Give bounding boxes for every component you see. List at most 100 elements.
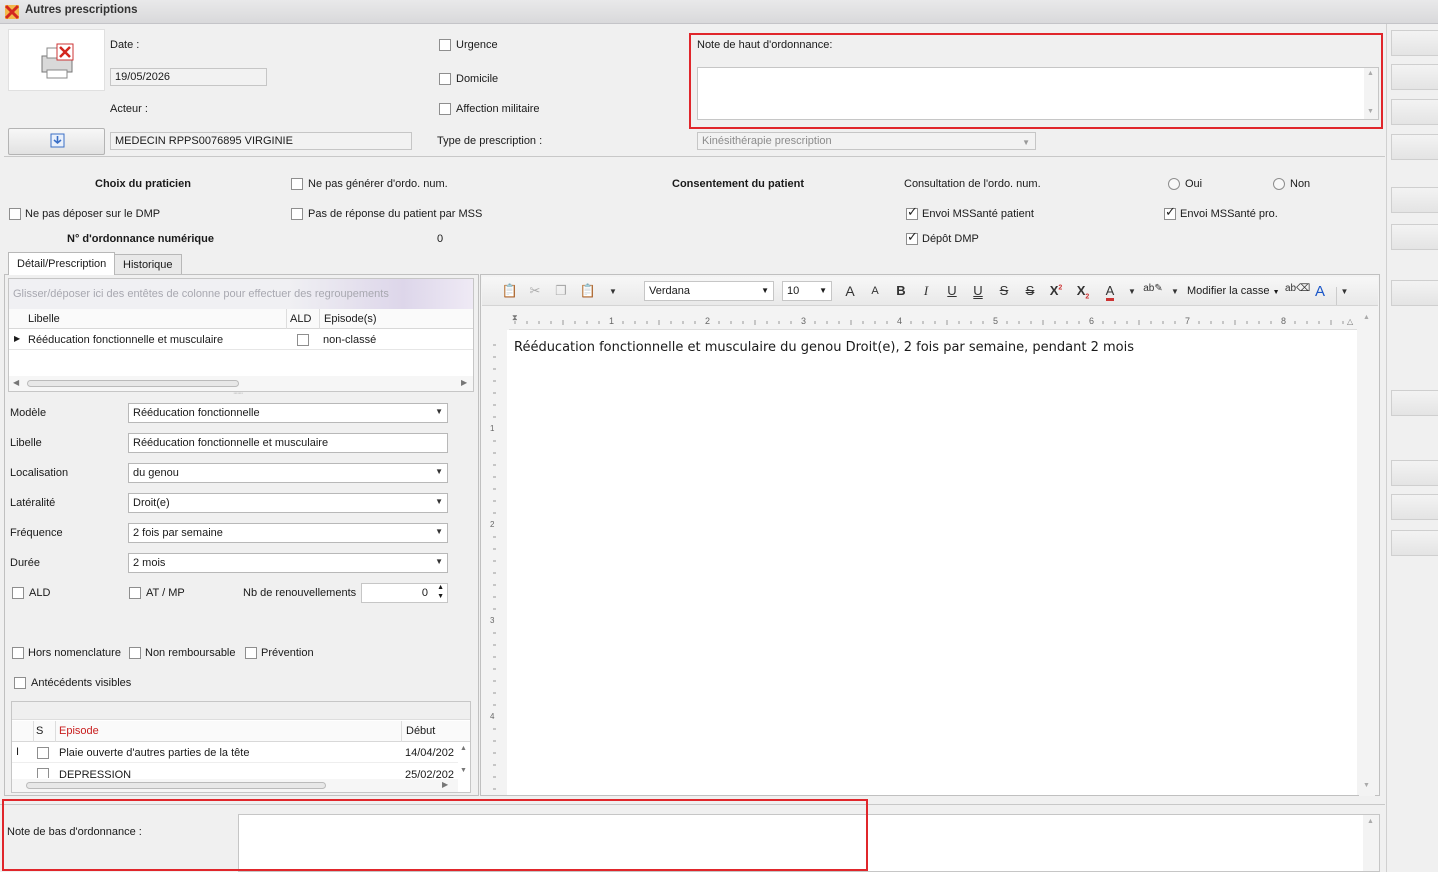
paste-special-icon[interactable]: 📋 [578, 283, 598, 299]
font-size-select[interactable]: 10 ▼ [782, 281, 832, 301]
subscript-icon[interactable]: X2 [1073, 283, 1093, 301]
right-indent-marker-icon[interactable]: △ [1347, 317, 1353, 326]
scroll-right-icon[interactable]: ▶ [442, 780, 448, 789]
scroll-thumb[interactable] [26, 782, 326, 789]
scroll-left-icon[interactable]: ◀ [13, 378, 19, 387]
renouv-stepper[interactable]: 0 ▲ ▼ [361, 583, 448, 603]
col-ald[interactable]: ALD [286, 309, 314, 329]
note-haut-scrollbar[interactable]: ▲ ▼ [1364, 68, 1378, 119]
stepper-up-icon[interactable]: ▲ [437, 584, 444, 591]
paste-dropdown-icon[interactable]: ▼ [603, 287, 623, 303]
strikethrough-icon[interactable]: S [994, 283, 1014, 299]
font-color-icon[interactable]: A [1100, 283, 1120, 301]
highlight-dropdown-icon[interactable]: ▼ [1165, 287, 1185, 303]
font-color-dropdown-icon[interactable]: ▼ [1122, 287, 1142, 303]
grid-hscrollbar[interactable]: ◀ ▶ [9, 376, 473, 391]
note-bas-scrollbar[interactable]: ▲ [1363, 815, 1379, 871]
episode-select-checkbox[interactable] [37, 747, 49, 759]
rail-button-11[interactable] [1391, 530, 1438, 556]
cut-icon[interactable]: ✂ [525, 283, 545, 299]
lateralite-select[interactable]: Droit(e) ▼ [128, 493, 448, 513]
table-row[interactable]: I Plaie ouverte d'autres parties de la t… [12, 743, 458, 763]
antecedents-checkbox[interactable] [14, 677, 26, 689]
rail-button-10[interactable] [1391, 494, 1438, 520]
text-style-icon[interactable]: A [1310, 283, 1330, 300]
domicile-checkbox[interactable] [439, 73, 451, 85]
rail-button-4[interactable] [1391, 134, 1438, 160]
hors-nomenclature-checkbox[interactable] [12, 647, 24, 659]
rail-button-2[interactable] [1391, 64, 1438, 90]
scroll-down-icon[interactable]: ▼ [1367, 108, 1374, 115]
oui-radio[interactable] [1168, 178, 1180, 190]
frequence-select[interactable]: 2 fois par semaine ▼ [128, 523, 448, 543]
non-remboursable-checkbox[interactable] [129, 647, 141, 659]
highlight-icon[interactable]: ab✎ [1143, 283, 1163, 299]
urgence-checkbox[interactable] [439, 39, 451, 51]
scroll-up-icon[interactable]: ▲ [1367, 818, 1374, 825]
type-select[interactable]: Kinésithérapie prescription ▼ [697, 132, 1036, 150]
scroll-up-icon[interactable]: ▲ [1363, 314, 1370, 321]
episodes-vscrollbar[interactable]: ▲ ▼ [458, 743, 470, 779]
modele-select[interactable]: Rééducation fonctionnelle ▼ [128, 403, 448, 423]
episode-select-checkbox[interactable] [37, 768, 49, 778]
splitter-grip[interactable]: ······· [233, 390, 243, 397]
rail-button-9[interactable] [1391, 460, 1438, 486]
document-text[interactable]: Rééducation fonctionnelle et musculaire … [514, 340, 1134, 355]
rail-button-3[interactable] [1391, 99, 1438, 125]
toolbar-overflow-icon[interactable]: ▼ [1336, 287, 1352, 305]
col-episode[interactable]: Episode [55, 721, 102, 742]
row-ald-checkbox[interactable] [297, 334, 309, 346]
scroll-down-icon[interactable]: ▼ [1363, 782, 1370, 789]
grow-font-icon[interactable]: A [840, 283, 860, 299]
duree-select[interactable]: 2 mois ▼ [128, 553, 448, 573]
superscript-icon[interactable]: X2 [1046, 283, 1066, 299]
ne-pas-deposer-checkbox[interactable] [9, 208, 21, 220]
col-s[interactable]: S [33, 721, 45, 742]
group-panel[interactable]: Glisser/déposer ici des entêtes de colon… [9, 279, 473, 309]
col-libelle[interactable]: Libelle [28, 313, 60, 325]
tab-detail-prescription[interactable]: Détail/Prescription [8, 252, 116, 275]
double-strikethrough-icon[interactable]: S [1020, 283, 1040, 299]
rail-button-1[interactable] [1391, 30, 1438, 56]
font-select[interactable]: Verdana ▼ [644, 281, 774, 301]
copy-icon[interactable]: ❐ [551, 283, 571, 299]
ald-checkbox[interactable] [12, 587, 24, 599]
table-row[interactable]: ▶ Rééducation fonctionnelle et musculair… [9, 330, 473, 350]
date-field[interactable]: 19/05/2026 [110, 68, 267, 86]
non-radio[interactable] [1273, 178, 1285, 190]
rail-button-7[interactable] [1391, 280, 1438, 306]
scroll-up-icon[interactable]: ▲ [1367, 70, 1374, 77]
rail-button-5[interactable] [1391, 187, 1438, 213]
italic-icon[interactable]: I [916, 283, 936, 299]
export-button[interactable] [8, 128, 105, 155]
double-underline-icon[interactable]: U [968, 283, 988, 299]
depot-dmp-checkbox[interactable] [906, 232, 918, 245]
affection-checkbox[interactable] [439, 103, 451, 115]
acteur-field[interactable]: MEDECIN RPPS0076895 VIRGINIE [110, 132, 412, 150]
envoi-pro-checkbox[interactable] [1164, 207, 1176, 220]
rail-button-8[interactable] [1391, 390, 1438, 416]
prevention-checkbox[interactable] [245, 647, 257, 659]
bold-icon[interactable]: B [891, 283, 911, 299]
scroll-down-icon[interactable]: ▼ [460, 767, 467, 774]
scroll-thumb[interactable] [27, 380, 239, 387]
change-case-button[interactable]: Modifier la casse ▼ [1187, 285, 1280, 297]
table-row[interactable]: DEPRESSION 25/02/202 [12, 764, 458, 778]
atmp-checkbox[interactable] [129, 587, 141, 599]
shrink-font-icon[interactable]: A [865, 285, 885, 301]
localisation-select[interactable]: du genou ▼ [128, 463, 448, 483]
stepper-down-icon[interactable]: ▼ [437, 593, 444, 600]
paste-icon[interactable]: 📋 [500, 283, 520, 299]
episodes-hscrollbar[interactable]: ▶ [12, 779, 458, 792]
note-haut-input[interactable]: ▲ ▼ [697, 67, 1379, 120]
document-page[interactable]: Rééducation fonctionnelle et musculaire … [507, 330, 1357, 795]
rail-button-6[interactable] [1391, 224, 1438, 250]
clear-format-icon[interactable]: ab⌫ [1285, 283, 1310, 299]
underline-icon[interactable]: U [942, 283, 962, 299]
scroll-up-icon[interactable]: ▲ [460, 745, 467, 752]
tab-historique[interactable]: Historique [114, 254, 182, 274]
editor-vscrollbar[interactable]: ▲ ▼ [1359, 310, 1375, 796]
ne-pas-generer-checkbox[interactable] [291, 178, 303, 190]
libelle-input[interactable]: Rééducation fonctionnelle et musculaire [128, 433, 448, 453]
scroll-right-icon[interactable]: ▶ [461, 378, 467, 387]
